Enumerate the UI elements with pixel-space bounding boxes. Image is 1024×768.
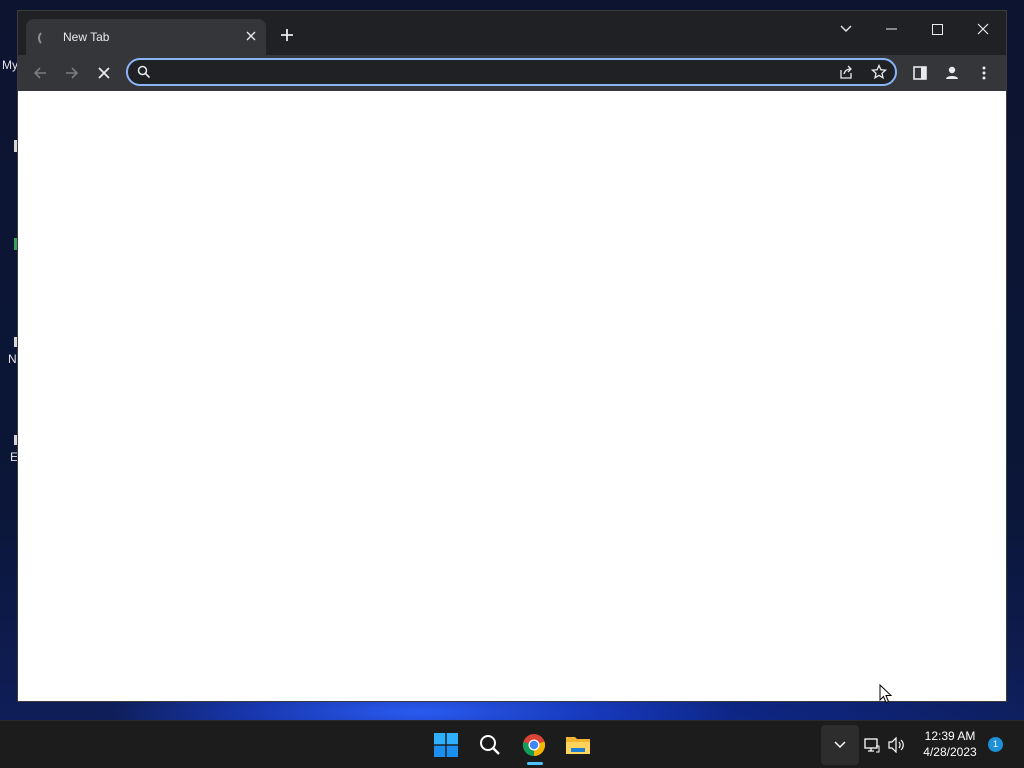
omnibox[interactable] [126,58,897,86]
toolbar [18,55,1006,91]
side-panel-icon[interactable] [906,59,934,87]
clock-date: 4/28/2023 [923,745,977,759]
tab-title: New Tab [63,30,110,44]
active-app-indicator [527,762,543,765]
share-icon[interactable] [836,62,856,82]
chevron-down-icon[interactable] [828,17,864,41]
desktop-icon-label[interactable]: My [2,58,18,72]
maximize-icon[interactable] [919,17,955,41]
file-explorer-icon[interactable] [558,725,598,765]
network-icon[interactable] [862,725,882,765]
notification-badge[interactable]: 1 [988,737,1003,752]
volume-icon[interactable] [886,725,908,765]
profile-icon[interactable] [938,59,966,87]
system-clock[interactable]: 12:39 AM 4/28/2023 [914,728,986,760]
address-input[interactable] [160,62,824,84]
tab-strip: New Tab [18,11,1006,55]
tab-close-icon[interactable] [242,28,260,46]
loading-spinner-icon [38,30,54,46]
chevron-up-icon[interactable] [821,725,859,765]
windows-start-icon[interactable] [426,725,466,765]
tab-new-tab[interactable]: New Tab [26,19,266,55]
taskbar: 12:39 AM 4/28/2023 1 [0,720,1024,768]
minimize-icon[interactable] [873,17,909,41]
arrow-left-icon[interactable] [26,59,54,87]
mouse-cursor-icon [879,684,893,704]
plus-icon[interactable] [276,25,298,47]
clock-time: 12:39 AM [924,729,976,743]
arrow-right-icon[interactable] [58,59,86,87]
x-icon[interactable] [90,59,118,87]
search-icon[interactable] [470,725,510,765]
star-icon[interactable] [869,62,889,82]
kebab-menu-icon[interactable] [970,59,998,87]
desktop-icon-label[interactable]: N [8,352,17,366]
search-icon [134,62,154,82]
chrome-icon[interactable] [514,725,554,765]
close-icon[interactable] [965,17,1001,41]
chrome-window: New Tab [17,10,1007,702]
page-content[interactable] [18,91,1006,701]
